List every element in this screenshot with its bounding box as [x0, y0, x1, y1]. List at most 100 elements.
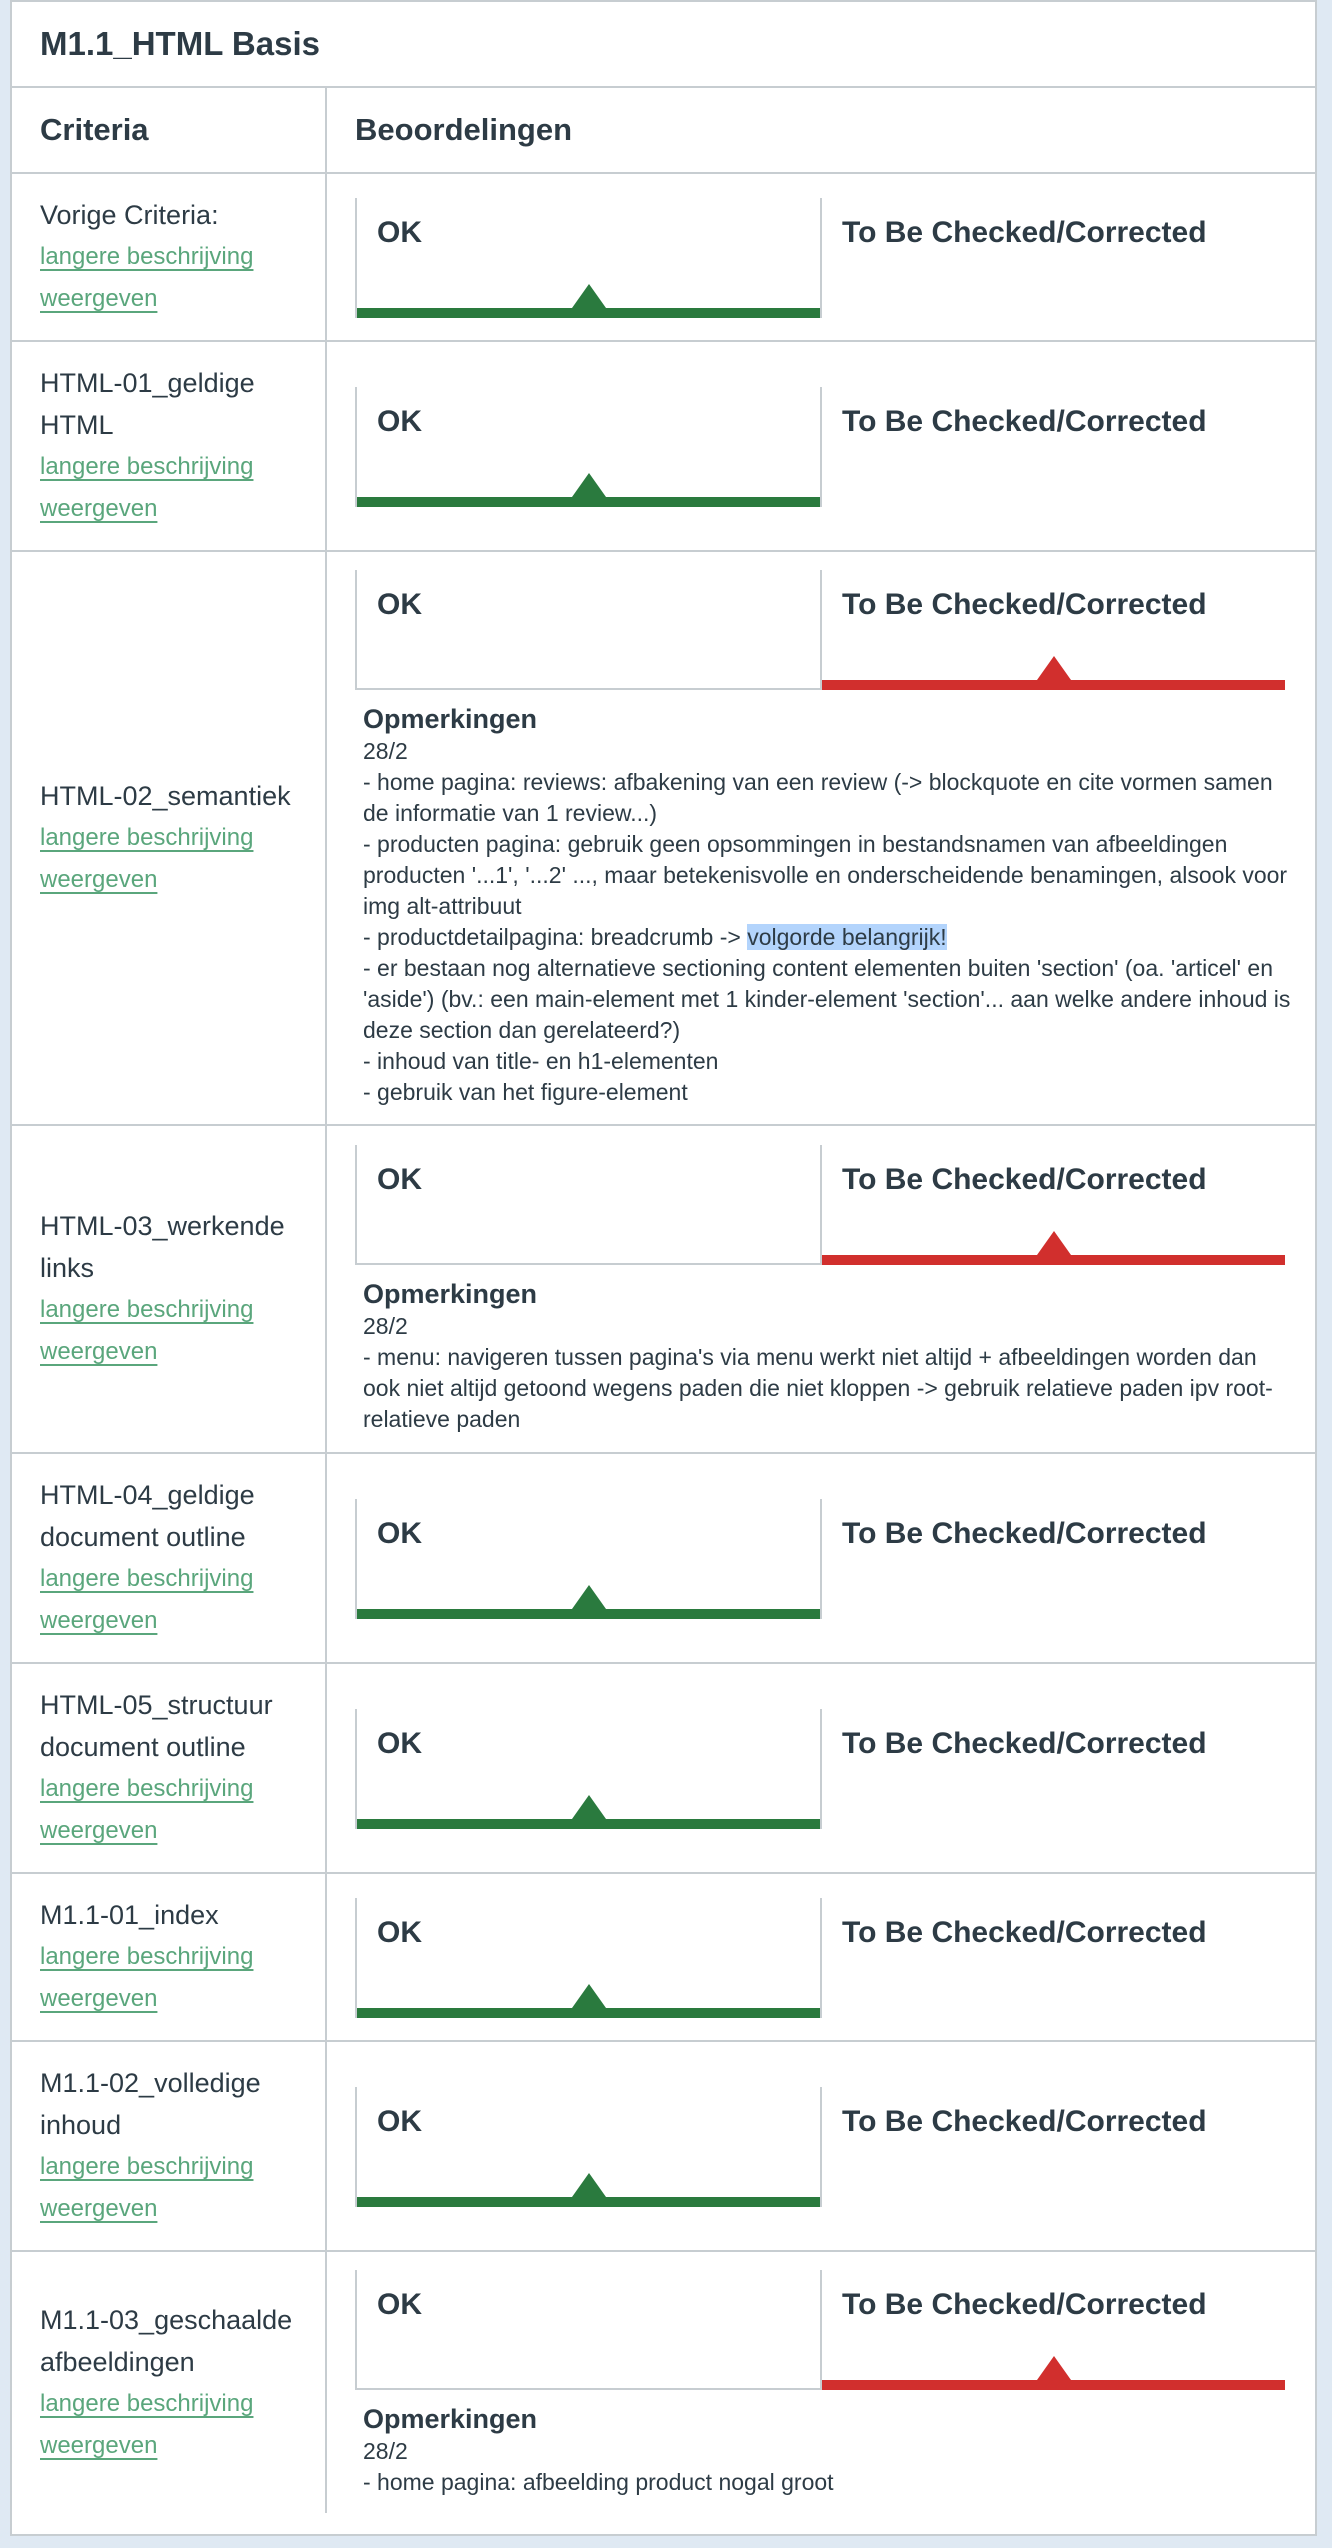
criterion-cell: HTML-02_semantiek langere beschrijving we…: [12, 551, 327, 1126]
rating-to-be-checked[interactable]: To Be Checked/Corrected: [820, 1709, 1285, 1829]
criterion-cell: HTML-01_geldige HTML langere beschrijving…: [12, 341, 327, 552]
rating-ok[interactable]: OK: [355, 2087, 820, 2207]
rubric-table: Criteria Beoordelingen Vorige Criteria: l…: [12, 88, 1315, 2513]
comments-block: Opmerkingen 28/2 - menu: navigeren tussen …: [355, 1265, 1293, 1435]
rating-label: OK: [377, 588, 422, 621]
long-description-link[interactable]: langere beschrijving weergeven: [40, 817, 307, 901]
selected-bar: [357, 1819, 820, 1829]
criterion-row: HTML-01_geldige HTML langere beschrijving…: [12, 341, 1315, 552]
selected-bar: [822, 1255, 1285, 1265]
criteria-header: Criteria: [12, 88, 327, 174]
comment-line: - er bestaan nog alternatieve sectioning…: [363, 953, 1293, 1046]
rating-label: OK: [377, 1727, 422, 1760]
comment-text: - inhoud van title- en h1-elementen: [363, 1048, 719, 1074]
rating-label: To Be Checked/Corrected: [842, 1916, 1207, 1949]
rating-cell: OK To Be Checked/Corrected: [326, 173, 1315, 342]
criterion-cell: HTML-04_geldige document outline langere …: [12, 1453, 327, 1664]
long-description-link[interactable]: langere beschrijving weergeven: [40, 1936, 307, 2020]
comment-text: - er bestaan nog alternatieve sectioning…: [363, 955, 1291, 1043]
comment-date: 28/2: [363, 2437, 408, 2464]
selected-marker-icon: [571, 1585, 606, 1609]
selected-bar: [357, 2008, 820, 2018]
rating-to-be-checked[interactable]: To Be Checked/Corrected: [820, 2087, 1285, 2207]
selected-marker-icon: [571, 1795, 606, 1819]
rating-options: OK To Be Checked/Corrected: [355, 1709, 1285, 1829]
rating-label: To Be Checked/Corrected: [842, 216, 1207, 249]
criterion-name: M1.1-03_geschaalde afbeeldingen: [40, 2304, 293, 2377]
criterion-row: M1.1-01_indexlangere beschrijving weerge…: [12, 1873, 1315, 2042]
comment-line: - home pagina: afbeelding product nogal …: [363, 2467, 1293, 2498]
rating-cell: OK To Be Checked/Corrected: [326, 1873, 1315, 2042]
comment-line: - inhoud van title- en h1-elementen: [363, 1046, 1293, 1077]
comment-line: - menu: navigeren tussen pagina's via me…: [363, 1342, 1293, 1435]
long-description-link[interactable]: langere beschrijving weergeven: [40, 236, 307, 320]
long-description-link[interactable]: langere beschrijving weergeven: [40, 2383, 307, 2467]
long-description-link[interactable]: langere beschrijving weergeven: [40, 1768, 307, 1852]
rating-ok[interactable]: OK: [355, 1145, 820, 1265]
rating-label: To Be Checked/Corrected: [842, 1163, 1207, 1196]
long-description-link[interactable]: langere beschrijving weergeven: [40, 446, 307, 530]
long-description-link[interactable]: langere beschrijving weergeven: [40, 1289, 307, 1373]
criterion-cell: M1.1-03_geschaalde afbeeldingen langere b…: [12, 2251, 327, 2513]
rating-label: OK: [377, 216, 422, 249]
rating-to-be-checked[interactable]: To Be Checked/Corrected: [820, 1898, 1285, 2018]
comment-text: - menu: navigeren tussen pagina's via me…: [363, 1344, 1273, 1432]
criterion-cell: M1.1-01_indexlangere beschrijving weerge…: [12, 1873, 327, 2042]
selected-bar: [357, 1609, 820, 1619]
criterion-row: HTML-03_werkende links langere beschrijvi…: [12, 1125, 1315, 1454]
selected-marker-icon: [1036, 656, 1071, 680]
selected-bar: [357, 2197, 820, 2207]
rating-to-be-checked[interactable]: To Be Checked/Corrected: [820, 1499, 1285, 1619]
criterion-row: M1.1-02_volledige inhoud langere beschrij…: [12, 2041, 1315, 2252]
criterion-cell: Vorige Criteria: langere beschrijving wee…: [12, 173, 327, 342]
rating-ok[interactable]: OK: [355, 387, 820, 507]
rating-to-be-checked[interactable]: To Be Checked/Corrected: [820, 570, 1285, 690]
criterion-name: M1.1-01_index: [40, 1900, 219, 1930]
rating-ok[interactable]: OK: [355, 1898, 820, 2018]
comments-title: Opmerkingen: [363, 1279, 538, 1309]
rating-label: To Be Checked/Corrected: [842, 2105, 1207, 2138]
selected-marker-icon: [1036, 1231, 1071, 1255]
rating-cell: OK To Be Checked/Corrected Opmerkingen 28/2…: [326, 551, 1315, 1126]
highlighted-text: volgorde belangrijk!: [747, 924, 947, 950]
criterion-name: Vorige Criteria:: [40, 200, 219, 230]
long-description-link[interactable]: langere beschrijving weergeven: [40, 2146, 307, 2230]
ratings-header: Beoordelingen: [326, 88, 1315, 174]
rating-ok[interactable]: OK: [355, 198, 820, 318]
criterion-name: HTML-01_geldige HTML: [40, 368, 255, 440]
comment-date: 28/2: [363, 1313, 408, 1339]
rating-options: OK To Be Checked/Corrected: [355, 1145, 1285, 1265]
selected-marker-icon: [571, 1984, 606, 2008]
rating-to-be-checked[interactable]: To Be Checked/Corrected: [820, 387, 1285, 507]
rating-label: OK: [377, 1517, 422, 1550]
comment-date: 28/2: [363, 738, 408, 764]
long-description-link[interactable]: langere beschrijving weergeven: [40, 1558, 307, 1642]
rating-to-be-checked[interactable]: To Be Checked/Corrected: [820, 1145, 1285, 1265]
selected-bar: [822, 680, 1285, 690]
rating-label: OK: [377, 2105, 422, 2138]
rating-options: OK To Be Checked/Corrected: [355, 1898, 1285, 2018]
criterion-name: M1.1-02_volledige inhoud: [40, 2068, 261, 2140]
rating-cell: OK To Be Checked/Corrected Opmerkingen 28/2…: [326, 2251, 1315, 2513]
criterion-cell: HTML-05_structuur document outline langer…: [12, 1663, 327, 1874]
selected-marker-icon: [571, 284, 606, 308]
rating-cell: OK To Be Checked/Corrected: [326, 341, 1315, 552]
rating-options: OK To Be Checked/Corrected: [355, 570, 1285, 690]
rating-label: To Be Checked/Corrected: [842, 1517, 1207, 1550]
comments-title: Opmerkingen: [363, 704, 538, 734]
criterion-cell: HTML-03_werkende links langere beschrijvi…: [12, 1125, 327, 1454]
rating-options: OK To Be Checked/Corrected: [355, 1499, 1285, 1619]
criterion-cell: M1.1-02_volledige inhoud langere beschrij…: [12, 2041, 327, 2252]
comment-line: - home pagina: reviews: afbakening van e…: [363, 767, 1293, 829]
rating-ok[interactable]: OK: [355, 2269, 820, 2390]
comment-text: - productdetailpagina: breadcrumb ->: [363, 924, 748, 950]
rating-ok[interactable]: OK: [355, 1709, 820, 1829]
rating-to-be-checked[interactable]: To Be Checked/Corrected: [820, 198, 1285, 318]
rating-ok[interactable]: OK: [355, 1499, 820, 1619]
criterion-row: HTML-05_structuur document outline langer…: [12, 1663, 1315, 1874]
rating-ok[interactable]: OK: [355, 570, 820, 690]
comment-text: - gebruik van het figure-element: [363, 1079, 688, 1105]
rating-label: OK: [377, 1163, 422, 1196]
section-title: M1.1_HTML Basis: [12, 2, 1315, 88]
rating-to-be-checked[interactable]: To Be Checked/Corrected: [820, 2269, 1285, 2390]
